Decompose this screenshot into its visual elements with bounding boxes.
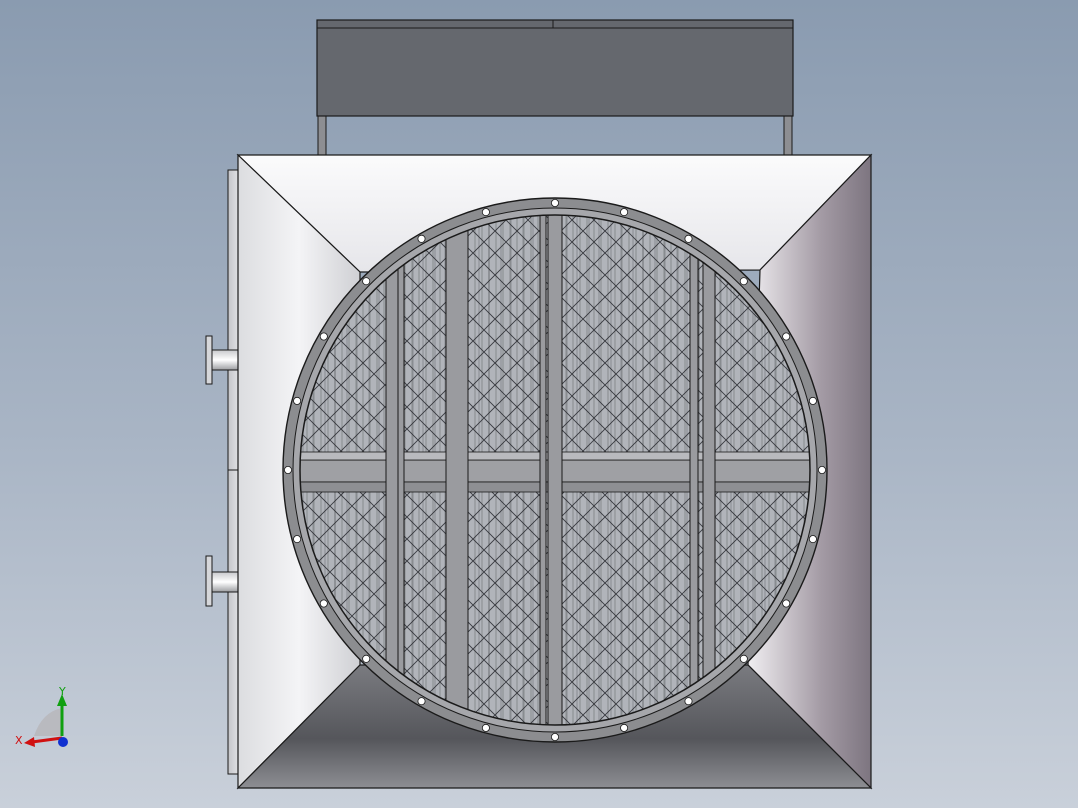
frame-bar	[397, 215, 405, 725]
x-axis-line	[31, 736, 63, 744]
frame-bar	[689, 215, 699, 725]
frame-bar	[385, 215, 399, 725]
frame-bar	[539, 215, 547, 725]
flange-bolt	[551, 198, 560, 207]
z-axis-dot	[58, 737, 68, 747]
flange-bolt	[283, 465, 292, 474]
frame-bar	[702, 215, 716, 725]
flange-bolt	[319, 332, 328, 341]
flange-bolt	[739, 277, 748, 286]
axis-triad: Y X	[15, 686, 68, 747]
flange-bolt	[684, 697, 693, 706]
graphics-viewport[interactable]: Y X	[0, 0, 1078, 808]
y-axis-label: Y	[58, 686, 66, 698]
flange-bolt	[551, 733, 560, 742]
flange-bolt	[362, 277, 371, 286]
flange-bolt	[481, 208, 490, 217]
flange-bolt	[362, 654, 371, 663]
flange-bolt	[417, 697, 426, 706]
triad-base-shape	[34, 708, 62, 736]
flange-bolt	[782, 599, 791, 608]
flange-bolt	[739, 654, 748, 663]
flange-bolt	[481, 723, 490, 732]
flange-bolt	[417, 234, 426, 243]
flange-bolt	[293, 535, 302, 544]
flange-bolt	[620, 723, 629, 732]
heat-exchanger-model[interactable]	[0, 0, 1078, 808]
flange-bolt	[808, 535, 817, 544]
flange-bolt	[818, 465, 827, 474]
flange-bolt	[293, 396, 302, 405]
x-axis-label: X	[15, 734, 23, 747]
flange-bolt	[620, 208, 629, 217]
flange-bolt	[808, 396, 817, 405]
flange-bolt	[319, 599, 328, 608]
frame-bar	[445, 215, 469, 725]
x-axis-arrow	[24, 737, 35, 747]
flange-bolt	[684, 234, 693, 243]
top-box	[316, 19, 794, 157]
frame-bar	[547, 215, 563, 725]
flange-bolt	[782, 332, 791, 341]
